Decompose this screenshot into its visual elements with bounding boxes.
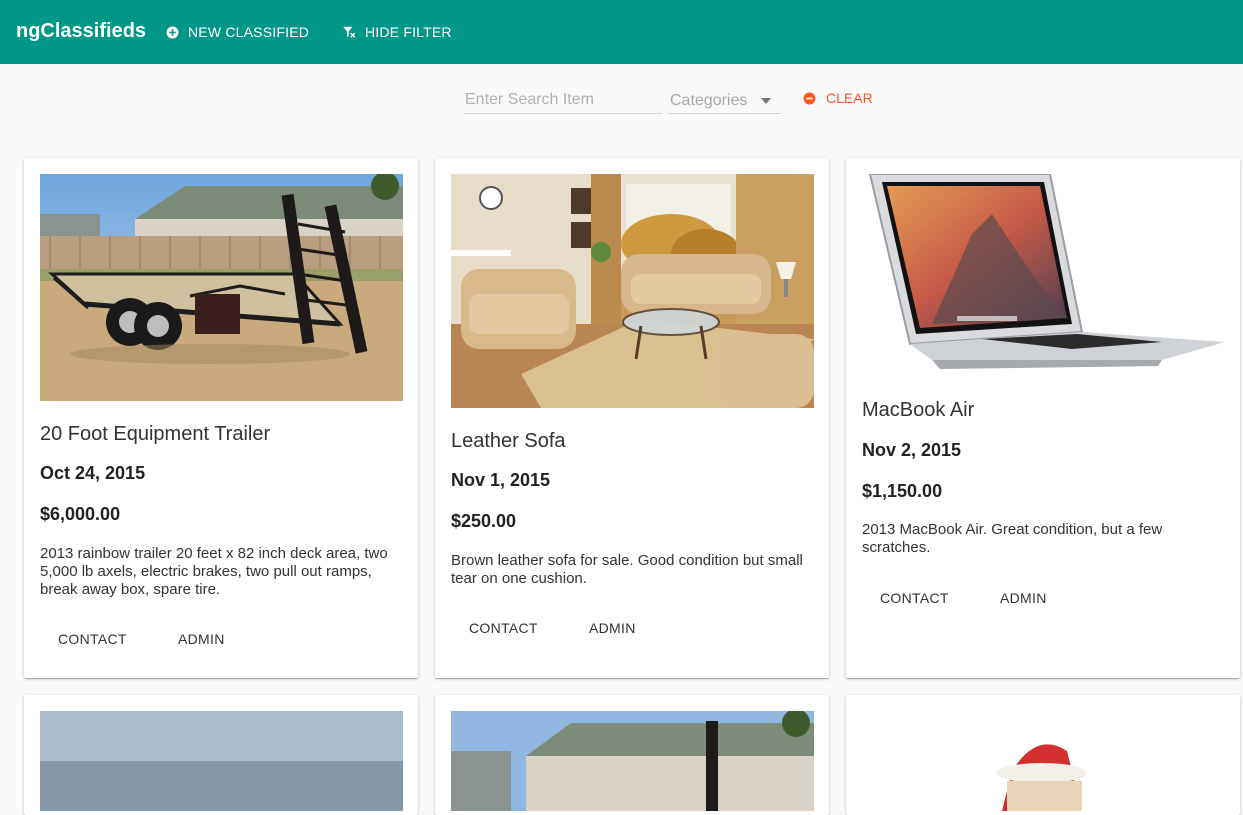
new-classified-label: NEW CLASSIFIED: [188, 24, 310, 40]
contact-button[interactable]: CONTACT: [469, 620, 538, 636]
remove-circle-icon: [803, 92, 816, 104]
listing-image-trailer: [451, 711, 814, 811]
clear-button[interactable]: CLEAR: [803, 90, 873, 106]
clear-label: CLEAR: [826, 90, 873, 106]
contact-button[interactable]: CONTACT: [58, 631, 127, 647]
classified-card: [435, 695, 829, 815]
search-field: [464, 86, 664, 114]
listing-image-laptop: [862, 174, 1225, 384]
listing-image-car: [40, 711, 403, 811]
app-title: ngClassifieds: [16, 20, 147, 42]
listing-image-santa-hat: [862, 711, 1225, 811]
listing-description: Brown leather sofa for sale. Good condit…: [451, 552, 803, 587]
listing-description: 2013 MacBook Air. Great condition, but a…: [862, 521, 1163, 556]
admin-button[interactable]: ADMIN: [589, 620, 636, 636]
dropdown-arrow-icon: [761, 98, 771, 104]
categories-label: Categories: [670, 92, 748, 109]
listing-title: MacBook Air: [862, 399, 975, 421]
listing-description: 2013 rainbow trailer 20 feet x 82 inch d…: [40, 545, 388, 598]
categories-select[interactable]: Categories: [668, 86, 781, 114]
admin-button[interactable]: ADMIN: [1000, 590, 1047, 606]
app-toolbar: ngClassifieds NEW CLASSIFIED HIDE FILTER: [0, 0, 1243, 64]
admin-button[interactable]: ADMIN: [178, 631, 225, 647]
listing-price: $6,000.00: [40, 504, 121, 524]
listing-image-sofa: [451, 174, 814, 408]
hide-filter-button[interactable]: HIDE FILTER: [342, 23, 452, 41]
listing-price: $250.00: [451, 511, 517, 531]
filter-clear-icon: [343, 26, 356, 38]
listing-date: Oct 24, 2015: [40, 463, 146, 483]
classified-card: [846, 695, 1240, 815]
classified-card: MacBook Air Nov 2, 2015 $1,150.00 2013 M…: [846, 158, 1240, 678]
listing-date: Nov 1, 2015: [451, 470, 551, 490]
hide-filter-label: HIDE FILTER: [365, 24, 452, 40]
search-input[interactable]: [464, 86, 664, 109]
classified-card: Leather Sofa Nov 1, 2015 $250.00 Brown l…: [435, 158, 829, 678]
listing-title: 20 Foot Equipment Trailer: [40, 423, 271, 445]
listing-date: Nov 2, 2015: [862, 440, 962, 460]
new-classified-button[interactable]: NEW CLASSIFIED: [166, 23, 309, 41]
classified-card: 20 Foot Equipment Trailer Oct 24, 2015 $…: [24, 158, 418, 678]
listing-image-trailer: [40, 174, 403, 401]
contact-button[interactable]: CONTACT: [880, 590, 949, 606]
listing-title: Leather Sofa: [451, 430, 566, 452]
add-circle-icon: [166, 26, 179, 38]
classified-card: [24, 695, 418, 815]
listing-price: $1,150.00: [862, 481, 943, 501]
